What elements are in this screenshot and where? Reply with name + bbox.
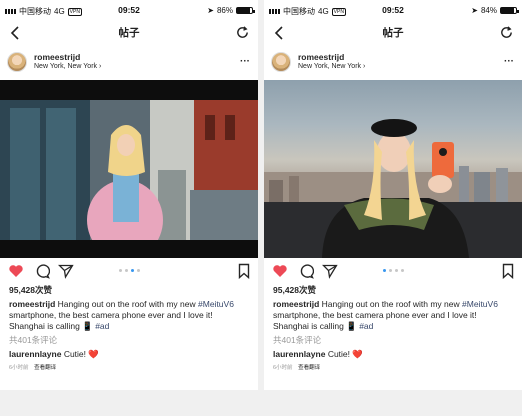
post-caption: romeestrijd Hanging out on the roof with… xyxy=(0,297,258,332)
carousel-dot xyxy=(136,269,140,272)
like-count[interactable]: 95,428次赞 xyxy=(264,284,522,297)
carousel-dot xyxy=(394,269,398,272)
action-bar xyxy=(0,258,258,284)
post-username[interactable]: romeestrijd xyxy=(298,52,344,62)
photo-rooftop-selfie xyxy=(264,119,522,258)
carousel-dot xyxy=(400,269,404,272)
comment-username[interactable]: laurennlayne xyxy=(9,349,61,359)
nav-bar: 帖子 xyxy=(0,22,258,44)
location-arrow-icon: ➤ xyxy=(471,6,478,15)
photo-street-scene xyxy=(0,80,258,258)
carousel-dot xyxy=(118,269,122,272)
post-time: 6小时前 xyxy=(273,365,293,371)
post-meta: 6小时前 查看翻译 xyxy=(264,363,522,371)
nav-bar: 帖子 xyxy=(264,22,522,44)
avatar[interactable] xyxy=(7,52,27,72)
hashtag-link[interactable]: #MeituV6 xyxy=(462,299,498,309)
post-username[interactable]: romeestrijd xyxy=(34,52,80,62)
caption-username[interactable]: romeestrijd xyxy=(273,299,319,309)
status-bar: 中国移动 4G VPN 09:52 ➤ 86% xyxy=(0,0,258,22)
post-photo[interactable] xyxy=(0,80,258,258)
translate-link[interactable]: 查看翻译 xyxy=(298,365,320,371)
carousel-dot-active xyxy=(130,269,134,272)
battery-icon xyxy=(500,7,519,14)
carousel-dots xyxy=(0,269,258,272)
post-meta: 6小时前 查看翻译 xyxy=(0,363,258,371)
status-bar: 中国移动 4G VPN 09:52 ➤ 84% xyxy=(264,0,522,22)
post-header: romeestrijd New York, New York › ··· xyxy=(264,46,522,80)
battery-icon xyxy=(236,7,255,14)
page-title: 帖子 xyxy=(382,27,404,39)
comment-username[interactable]: laurennlayne xyxy=(273,349,325,359)
carousel-dot xyxy=(124,269,128,272)
hashtag-link[interactable]: #ad xyxy=(95,321,109,331)
caption-username[interactable]: romeestrijd xyxy=(9,299,55,309)
bookmark-icon[interactable] xyxy=(500,263,516,279)
phone-screen-right: 中国移动 4G VPN 09:52 ➤ 84% 帖子 romeestrijd N… xyxy=(264,0,522,390)
heart-emoji: ❤️ xyxy=(352,349,363,359)
view-all-comments-link[interactable]: 共401条评论 xyxy=(0,334,258,346)
like-count[interactable]: 95,428次赞 xyxy=(0,284,258,297)
heart-emoji: ❤️ xyxy=(88,349,99,359)
carousel-dots xyxy=(264,269,522,272)
bookmark-icon[interactable] xyxy=(236,263,252,279)
phone-screen-left: 中国移动 4G VPN 09:52 ➤ 86% 帖子 romeestrijd N… xyxy=(0,0,258,390)
hashtag-link[interactable]: #ad xyxy=(359,321,373,331)
caption-text: Hanging out on the roof with my new xyxy=(321,299,460,309)
avatar[interactable] xyxy=(271,52,291,72)
comment-text: Cutie! xyxy=(327,349,351,359)
location-arrow-icon: ➤ xyxy=(207,6,214,15)
page-title: 帖子 xyxy=(118,27,140,39)
caption-text: smartphone, the best camera phone ever a… xyxy=(9,310,213,331)
refresh-icon[interactable] xyxy=(235,25,250,40)
post-photo[interactable] xyxy=(264,80,522,258)
battery-percent: 84% xyxy=(480,6,497,15)
translate-link[interactable]: 查看翻译 xyxy=(34,365,56,371)
post-location[interactable]: New York, New York › xyxy=(298,63,365,70)
caption-text: Hanging out on the roof with my new xyxy=(57,299,196,309)
comment: laurennlayne Cutie! ❤️ xyxy=(0,348,258,361)
battery-percent: 86% xyxy=(216,6,233,15)
post-header: romeestrijd New York, New York › ··· xyxy=(0,46,258,80)
caption-text: smartphone, the best camera phone ever a… xyxy=(273,310,477,331)
more-options-icon[interactable]: ··· xyxy=(240,56,250,67)
view-all-comments-link[interactable]: 共401条评论 xyxy=(264,334,522,346)
post-caption: romeestrijd Hanging out on the roof with… xyxy=(264,297,522,332)
post-location[interactable]: New York, New York › xyxy=(34,63,101,70)
action-bar xyxy=(264,258,522,284)
refresh-icon[interactable] xyxy=(499,25,514,40)
carousel-dot-active xyxy=(382,269,386,272)
carousel-dot xyxy=(388,269,392,272)
comment-text: Cutie! xyxy=(63,349,87,359)
more-options-icon[interactable]: ··· xyxy=(504,56,514,67)
hashtag-link[interactable]: #MeituV6 xyxy=(198,299,234,309)
post-time: 6小时前 xyxy=(9,365,29,371)
comment: laurennlayne Cutie! ❤️ xyxy=(264,348,522,361)
